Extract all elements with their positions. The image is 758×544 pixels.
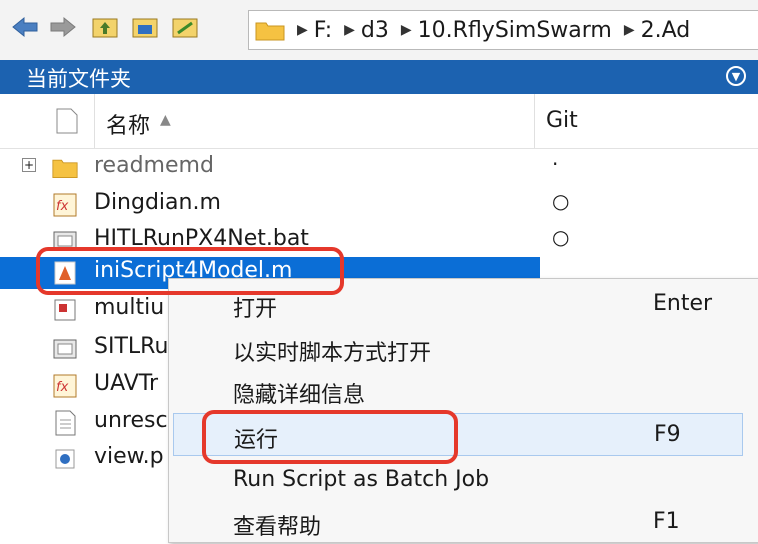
annotation-highlight-file: [36, 247, 344, 295]
breadcrumb-separator-icon: ▶: [344, 22, 355, 38]
menu-item-hide-details[interactable]: 隐藏详细信息: [169, 369, 758, 412]
breadcrumb-item[interactable]: d3: [361, 18, 389, 43]
svg-text:fx: fx: [56, 380, 69, 395]
folder-icon: [52, 159, 78, 178]
name-column-header[interactable]: 名称: [106, 108, 150, 140]
breadcrumb-separator-icon: ▶: [623, 22, 635, 38]
file-name: readmemd: [94, 153, 214, 178]
text-file-icon: [55, 410, 76, 436]
file-name: multiu: [94, 295, 165, 320]
breadcrumb-separator-icon: ▶: [400, 22, 412, 38]
back-arrow-icon[interactable]: [10, 12, 40, 42]
expand-icon[interactable]: +: [22, 158, 36, 172]
file-name: Dingdian.m: [94, 190, 221, 215]
menu-item-view-help[interactable]: 查看帮助 F1: [169, 501, 758, 544]
file-row[interactable]: fx Dingdian.m ○: [0, 189, 758, 221]
breadcrumb-separator-icon: ▶: [297, 22, 308, 38]
git-status: ○: [552, 189, 570, 213]
file-name: SITLRu: [94, 334, 169, 359]
browse-folder-icon[interactable]: [130, 12, 160, 42]
model-file-icon: [54, 299, 76, 321]
annotation-highlight-run: [202, 410, 458, 464]
search-folder-icon[interactable]: [170, 12, 200, 42]
file-name: unresc: [94, 408, 168, 433]
folder-icon: [255, 22, 285, 41]
p-file-icon: [55, 449, 75, 469]
git-status: ·: [552, 152, 559, 176]
address-bar[interactable]: ▶ F: ▶ d3 ▶ 10.RflySimSwarm ▶ 2.Ad: [248, 10, 758, 50]
file-name: view.p: [94, 444, 164, 469]
breadcrumb-item[interactable]: F:: [314, 18, 332, 43]
column-header: 名称 ▲ Git: [0, 94, 758, 149]
menu-item-run-batch-job[interactable]: Run Script as Batch Job: [169, 459, 758, 502]
git-column-header[interactable]: Git: [546, 108, 578, 133]
navigation-toolbar: ▶ F: ▶ d3 ▶ 10.RflySimSwarm ▶ 2.Ad: [0, 0, 758, 61]
breadcrumb-item[interactable]: 2.Ad: [641, 18, 691, 43]
breadcrumb-item[interactable]: 10.RflySimSwarm: [418, 18, 612, 43]
file-row[interactable]: + readmemd ·: [0, 152, 758, 184]
panel-menu-icon[interactable]: ▼: [726, 66, 746, 86]
panel-header: 当前文件夹 ▼: [0, 60, 758, 94]
function-file-icon: fx: [53, 193, 77, 217]
forward-arrow-icon[interactable]: [48, 12, 78, 42]
batch-file-icon: [53, 339, 77, 359]
svg-text:fx: fx: [56, 199, 69, 214]
function-file-icon: fx: [53, 374, 77, 398]
up-folder-icon[interactable]: [90, 12, 120, 42]
panel-title: 当前文件夹: [26, 67, 131, 91]
file-type-column-icon: [56, 108, 78, 134]
sort-ascending-icon: ▲: [160, 112, 171, 128]
menu-item-open-as-live-script[interactable]: 以实时脚本方式打开: [169, 327, 758, 370]
git-status: ○: [552, 225, 570, 249]
file-name: UAVTr: [94, 371, 159, 396]
